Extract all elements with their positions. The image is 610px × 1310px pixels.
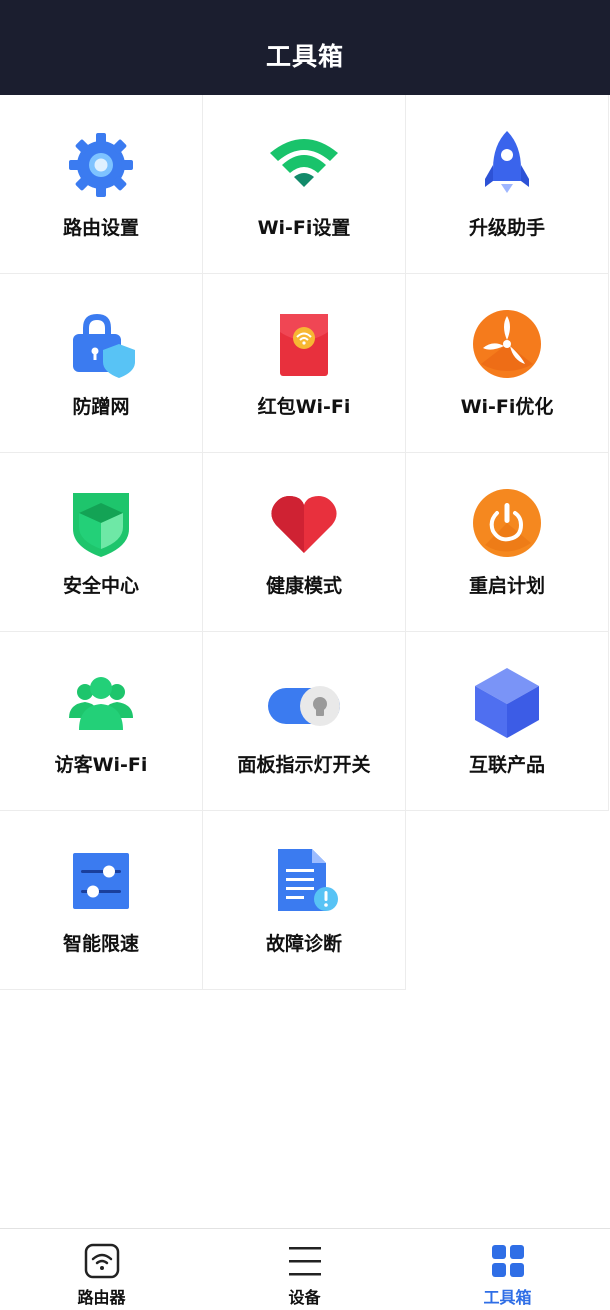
power-icon: [471, 487, 543, 559]
tool-label: 互联产品: [468, 754, 545, 776]
tool-router-settings[interactable]: 路由设置: [0, 95, 203, 274]
security-shield-icon: [65, 487, 137, 559]
light-toggle-icon: [268, 666, 340, 738]
tool-smart-speed-limit[interactable]: 智能限速: [0, 811, 203, 990]
menu-lines-icon: [287, 1243, 323, 1279]
red-envelope-wifi-icon: [268, 308, 340, 380]
tool-label: 面板指示灯开关: [237, 754, 371, 776]
tool-label: 安全中心: [62, 575, 139, 597]
tab-label: 路由器: [77, 1288, 126, 1307]
guests-icon: [65, 666, 137, 738]
tool-label: 健康模式: [265, 575, 342, 597]
tool-label: 防蹭网: [72, 396, 130, 418]
tab-toolbox[interactable]: 工具箱: [406, 1229, 609, 1310]
tab-devices[interactable]: 设备: [203, 1229, 406, 1310]
app-root: 工具箱 路由设置 Wi-Fi设置 升级助手 防蹭网 红包Wi-Fi Wi-Fi优…: [0, 0, 610, 1310]
top-header: 工具箱: [0, 0, 610, 95]
speed-limit-sliders-icon: [65, 845, 137, 917]
tool-upgrade-assistant[interactable]: 升级助手: [406, 95, 609, 274]
grid-tiles-icon: [490, 1243, 526, 1279]
tool-panel-light-toggle[interactable]: 面板指示灯开关: [203, 632, 406, 811]
tool-label: 升级助手: [468, 217, 545, 239]
tool-guest-wifi[interactable]: 访客Wi-Fi: [0, 632, 203, 811]
tab-router[interactable]: 路由器: [0, 1229, 203, 1310]
bottom-tab-bar: 路由器 设备 工具箱: [0, 1228, 610, 1310]
tool-wifi-optimize[interactable]: Wi-Fi优化: [406, 274, 609, 453]
fan-icon: [471, 308, 543, 380]
tool-wifi-settings[interactable]: Wi-Fi设置: [203, 95, 406, 274]
tool-label: 路由设置: [62, 217, 139, 239]
gear-icon: [65, 129, 137, 201]
tab-label: 工具箱: [483, 1288, 532, 1307]
tool-red-envelope-wifi[interactable]: 红包Wi-Fi: [203, 274, 406, 453]
tool-label: 智能限速: [62, 933, 139, 955]
lock-shield-icon: [65, 308, 137, 380]
tool-health-mode[interactable]: 健康模式: [203, 453, 406, 632]
tool-anti-freeload[interactable]: 防蹭网: [0, 274, 203, 453]
page-title: 工具箱: [265, 41, 344, 71]
tool-label: 故障诊断: [265, 933, 342, 955]
tool-reboot-schedule[interactable]: 重启计划: [406, 453, 609, 632]
tool-label: 红包Wi-Fi: [257, 396, 351, 418]
tool-label: Wi-Fi优化: [460, 396, 554, 418]
cube-icon: [471, 666, 543, 738]
tool-label: Wi-Fi设置: [257, 217, 351, 239]
router-wifi-icon: [84, 1243, 120, 1279]
tool-label: 重启计划: [468, 575, 545, 597]
heart-icon: [268, 487, 340, 559]
tool-security-center[interactable]: 安全中心: [0, 453, 203, 632]
tab-label: 设备: [288, 1288, 321, 1307]
tool-connected-products[interactable]: 互联产品: [406, 632, 609, 811]
rocket-icon: [471, 129, 543, 201]
diagnosis-document-icon: [268, 845, 340, 917]
tool-fault-diagnosis[interactable]: 故障诊断: [203, 811, 406, 990]
wifi-icon: [268, 129, 340, 201]
tool-label: 访客Wi-Fi: [54, 754, 148, 776]
